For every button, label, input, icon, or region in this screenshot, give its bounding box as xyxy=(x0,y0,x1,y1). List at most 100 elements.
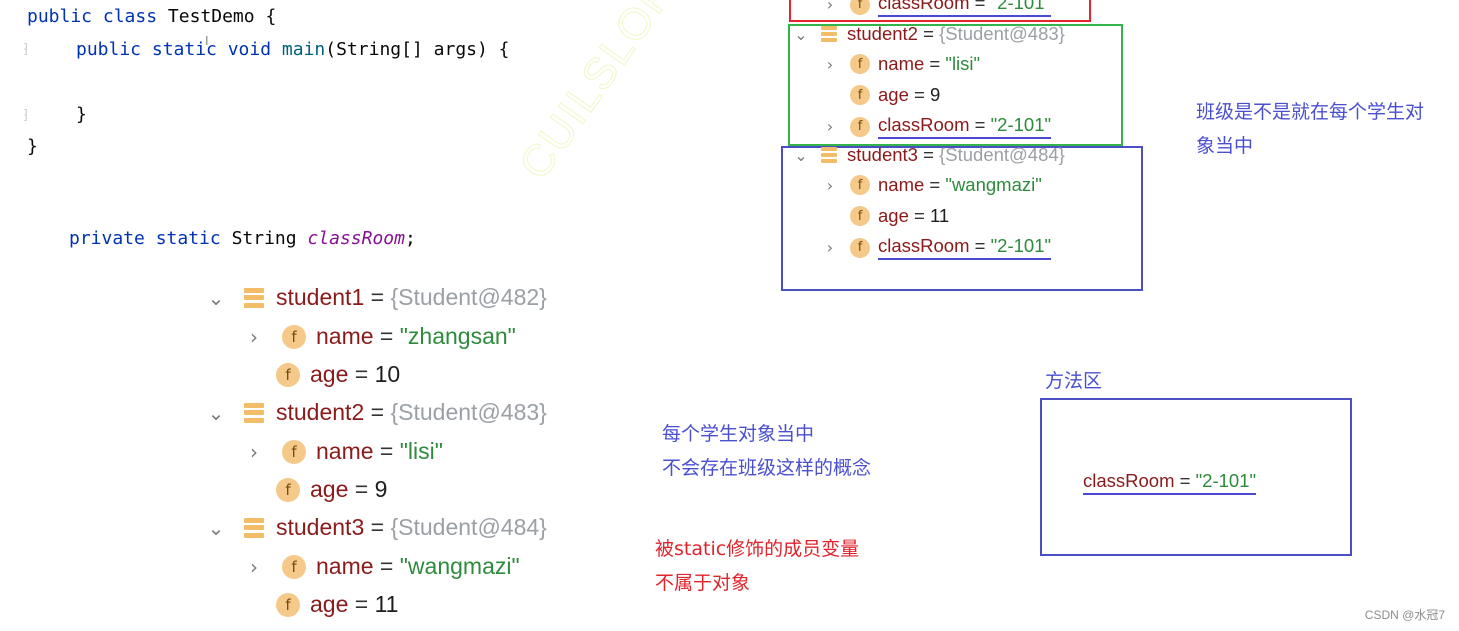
field-value: "lisi" xyxy=(399,438,443,464)
field-icon: f xyxy=(282,439,306,464)
note-blue: 每个学生对象当中 不会存在班级这样的概念 xyxy=(662,417,871,485)
note-line: 班级是不是就在每个学生对 xyxy=(1196,101,1425,123)
object-ref: {Student@482} xyxy=(390,284,547,310)
field-name: name xyxy=(316,553,374,579)
chevron-right-icon[interactable]: › xyxy=(822,117,838,136)
note-red: 被static修饰的成员变量 不属于对象 xyxy=(655,532,859,600)
field-value: 9 xyxy=(929,84,941,105)
tree-row-student2[interactable]: ⌄ student2 = {Student@483} xyxy=(206,399,547,426)
field-value: "2-101" xyxy=(990,0,1052,13)
type-name: String xyxy=(231,228,297,249)
semicolon: ; xyxy=(404,228,416,249)
field-icon: f xyxy=(850,237,870,258)
object-icon xyxy=(244,517,264,538)
var-name: student1 xyxy=(276,284,365,310)
field-icon: f xyxy=(850,175,870,195)
field-name: classRoom xyxy=(878,235,970,256)
field-icon: f xyxy=(850,206,870,226)
note-line: 每个学生对象当中 xyxy=(662,423,815,445)
tree-row-student1[interactable]: ⌄ student1 = {Student@482} xyxy=(206,284,547,311)
gutter-fold-marker[interactable]: ⁆ xyxy=(22,108,30,123)
var-name: student3 xyxy=(276,514,365,540)
chevron-down-icon[interactable]: ⌄ xyxy=(793,25,809,44)
tree-row-field[interactable]: f age = 9 xyxy=(850,84,940,106)
code-line-main-decl[interactable]: public static void main(String[] args) { xyxy=(76,39,510,61)
field-name: classRoom xyxy=(878,114,970,135)
field-value: 9 xyxy=(374,476,388,502)
tree-row-field[interactable]: › f classRoom = "2-101" xyxy=(822,114,1052,139)
field-name: name xyxy=(878,53,925,74)
tree-row-field[interactable]: › f name = "lisi" xyxy=(244,438,443,465)
method-area-title: 方法区 xyxy=(1045,370,1103,392)
static-field-name: classRoom xyxy=(307,228,405,249)
tree-row-student3[interactable]: ⌄ student3 = {Student@484} xyxy=(793,144,1065,166)
chevron-right-icon[interactable]: › xyxy=(244,325,264,349)
field-value: "lisi" xyxy=(945,53,981,74)
class-name: TestDemo xyxy=(167,6,255,27)
note-question: 班级是不是就在每个学生对 象当中 xyxy=(1196,95,1424,163)
chevron-down-icon[interactable]: ⌄ xyxy=(793,146,809,165)
tree-row-field[interactable]: › f name = "wangmazi" xyxy=(244,553,520,580)
chevron-right-icon[interactable]: › xyxy=(822,55,838,74)
field-name: name xyxy=(878,174,925,195)
field-name: age xyxy=(878,84,909,105)
code-line-class-close[interactable]: } xyxy=(27,136,38,158)
tree-row-field[interactable]: f age = 10 xyxy=(276,361,400,388)
chevron-right-icon[interactable]: › xyxy=(822,238,838,257)
tree-row-field[interactable]: › f classRoom = "2-101" xyxy=(822,0,1052,17)
field-icon: f xyxy=(282,324,306,349)
field-value: "zhangsan" xyxy=(399,323,516,349)
method-name: main xyxy=(281,39,326,60)
gutter-fold-marker[interactable]: ⁆ xyxy=(22,42,30,57)
object-icon xyxy=(821,26,837,42)
code-line-main-close[interactable]: } xyxy=(76,104,87,126)
chevron-right-icon[interactable]: › xyxy=(244,555,264,579)
tree-row-student3[interactable]: ⌄ student3 = {Student@484} xyxy=(206,514,547,541)
field-value: 10 xyxy=(374,361,401,387)
field-value: "2-101" xyxy=(990,235,1052,256)
field-name: classRoom xyxy=(1083,470,1175,491)
method-params: (String[] args) { xyxy=(325,39,510,60)
tree-row-field[interactable]: › f name = "wangmazi" xyxy=(822,174,1042,196)
code-line-class-decl[interactable]: public class TestDemo { xyxy=(27,6,276,28)
note-line: 被static修饰的成员变量 xyxy=(655,538,860,560)
tree-row-student2[interactable]: ⌄ student2 = {Student@483} xyxy=(793,23,1065,45)
chevron-right-icon[interactable]: › xyxy=(822,0,838,14)
field-icon: f xyxy=(850,116,870,137)
field-icon: f xyxy=(276,592,300,617)
field-name: name xyxy=(316,323,374,349)
tree-row-field[interactable]: f age = 11 xyxy=(276,591,398,618)
keyword: public static void xyxy=(76,39,272,60)
text-cursor-icon: I xyxy=(205,34,209,48)
field-name: name xyxy=(316,438,374,464)
chevron-right-icon[interactable]: › xyxy=(822,176,838,195)
tree-row-field[interactable]: f age = 9 xyxy=(276,476,387,503)
object-ref: {Student@483} xyxy=(939,23,1065,44)
object-ref: {Student@483} xyxy=(390,399,547,425)
chevron-down-icon[interactable]: ⌄ xyxy=(206,516,226,540)
field-icon: f xyxy=(276,362,300,387)
object-icon xyxy=(821,147,837,163)
chevron-right-icon[interactable]: › xyxy=(244,440,264,464)
tree-row-field[interactable]: › f name = "zhangsan" xyxy=(244,323,516,350)
keyword: private static xyxy=(69,228,221,249)
tree-row-field[interactable]: f age = 11 xyxy=(850,205,949,227)
keyword: public class xyxy=(27,6,158,27)
var-name: student2 xyxy=(276,399,365,425)
chevron-down-icon[interactable]: ⌄ xyxy=(206,286,226,310)
chevron-down-icon[interactable]: ⌄ xyxy=(206,401,226,425)
field-icon: f xyxy=(850,85,870,105)
field-icon: f xyxy=(850,54,870,74)
field-name: age xyxy=(310,476,349,502)
var-name: student2 xyxy=(847,23,918,44)
field-value: "wangmazi" xyxy=(945,174,1042,195)
field-value: 11 xyxy=(374,591,399,617)
code-line-field-decl[interactable]: private static String classRoom; xyxy=(69,228,416,250)
annotation-box-blue xyxy=(781,146,1143,291)
object-icon xyxy=(244,402,264,423)
object-ref: {Student@484} xyxy=(390,514,547,540)
tree-row-field[interactable]: › f classRoom = "2-101" xyxy=(822,235,1052,260)
method-area-entry: classRoom = "2-101" xyxy=(1083,470,1257,495)
field-icon: f xyxy=(282,554,306,579)
tree-row-field[interactable]: › f name = "lisi" xyxy=(822,53,980,75)
